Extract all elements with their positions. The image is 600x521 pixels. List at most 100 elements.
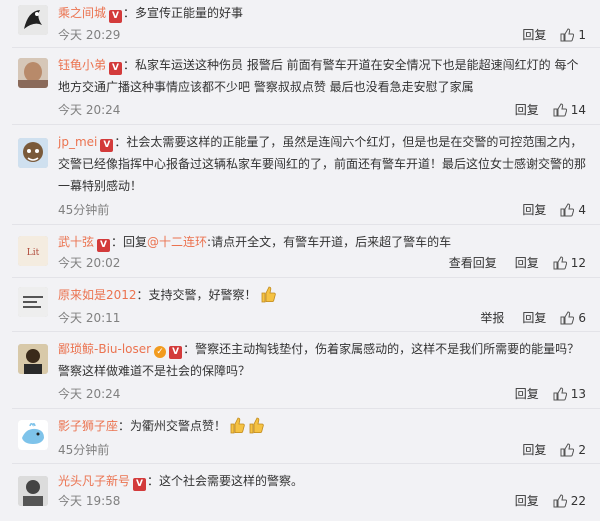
vip-icon: ✓ <box>154 346 167 358</box>
comment-actions: 回复 4 <box>504 201 586 218</box>
thumbs-up-emoji-icon <box>230 417 245 434</box>
comment-actions: 举报 回复 6 <box>462 309 586 326</box>
timestamp: 今天 20:11 <box>58 311 121 325</box>
like-count: 2 <box>578 442 586 457</box>
like-count: 1 <box>578 27 586 42</box>
avatar[interactable] <box>18 5 48 35</box>
reply-button[interactable]: 回复 <box>515 101 539 118</box>
reply-button[interactable]: 回复 <box>515 492 539 509</box>
like-button[interactable]: 14 <box>553 103 586 117</box>
comment-item: 光头凡子新号 V ：这个社会需要这样的警察。 今天 19:58 回复 22 <box>0 464 600 521</box>
mention-link[interactable]: @十二连环 <box>147 235 207 249</box>
reply-button[interactable]: 回复 <box>515 254 539 271</box>
avatar[interactable] <box>18 58 48 88</box>
comment-text: :请点开全文，有警车开道，后来超了警车的车 <box>207 235 452 249</box>
username[interactable]: 影子狮子座 <box>58 419 118 433</box>
reply-button[interactable]: 回复 <box>522 201 546 218</box>
thumbs-up-icon <box>560 27 575 41</box>
verified-badge-icon: V <box>169 346 183 359</box>
like-count: 6 <box>578 310 586 325</box>
timestamp: 45分钟前 <box>58 443 110 457</box>
thumbs-up-emoji-icon <box>249 417 264 434</box>
username[interactable]: 原来如是2012 <box>58 288 137 302</box>
username[interactable]: 钰龟小弟 <box>58 58 106 72</box>
avatar[interactable] <box>18 476 48 506</box>
avatar[interactable]: Lit <box>18 236 48 266</box>
comment-text: ：社会太需要这样的正能量了，虽然是连闯六个红灯，但是也是在交警的可控范围之内，交… <box>58 135 587 193</box>
comment-item: 钰龟小弟 V ：私家车运送这种伤员 报警后 前面有警车开道在安全情况下也是能超速闯红… <box>0 48 600 125</box>
reply-button[interactable]: 回复 <box>522 441 546 458</box>
reply-button[interactable]: 回复 <box>515 385 539 402</box>
username[interactable]: 乘之间城 <box>58 6 106 20</box>
comment-actions: 回复 13 <box>497 385 586 402</box>
thumbs-up-icon <box>553 255 567 269</box>
reply-button[interactable]: 回复 <box>522 26 546 43</box>
thumbs-up-icon <box>553 493 567 507</box>
comment-body: 影子狮子座：为衢州交警点赞！ <box>58 415 586 437</box>
reply-button[interactable]: 回复 <box>522 309 546 326</box>
avatar[interactable] <box>18 420 48 450</box>
username[interactable]: 鄙琐鲸-Biu-loser <box>58 342 151 356</box>
like-button[interactable]: 22 <box>553 494 586 508</box>
like-count: 14 <box>570 102 586 117</box>
svg-text:Lit: Lit <box>27 248 40 258</box>
comment-body: 鄙琐鲸-Biu-loser ✓ V ：警察还主动掏钱垫付，伤着家属感动的，这样不是我们… <box>58 338 586 382</box>
avatar[interactable] <box>18 287 48 317</box>
comment-item: 影子狮子座：为衢州交警点赞！ 45分钟前 回复 2 <box>0 409 600 464</box>
comment-item: 原来如是2012：支持交警，好警察！ 今天 20:11 举报 回复 6 <box>0 278 600 332</box>
comment-text: ：为衢州交警点赞！ <box>118 419 227 433</box>
thumbs-up-icon <box>553 386 567 400</box>
username[interactable]: 光头凡子新号 <box>58 474 130 488</box>
comment-actions: 回复 22 <box>497 492 586 509</box>
comment-item: jp_mei V ：社会太需要这样的正能量了，虽然是连闯六个红灯，但是也是在交警的可… <box>0 125 600 225</box>
report-button[interactable]: 举报 <box>480 309 504 326</box>
thumbs-up-emoji-icon <box>261 286 276 303</box>
like-count: 13 <box>570 386 586 401</box>
like-button[interactable]: 2 <box>560 443 586 457</box>
like-button[interactable]: 4 <box>560 203 586 217</box>
thumbs-up-icon <box>553 102 567 116</box>
timestamp: 今天 20:24 <box>58 103 121 117</box>
verified-badge-icon: V <box>100 139 114 152</box>
comment-text-prefix: ：回复 <box>111 235 148 249</box>
like-count: 4 <box>578 202 586 217</box>
timestamp: 今天 19:58 <box>58 494 121 508</box>
comment-actions: 回复 1 <box>504 26 586 43</box>
thumbs-up-icon <box>560 202 575 216</box>
comment-list: 乘之间城 V ：多宣传正能量的好事 今天 20:29 回复 1 钰龟小弟 V ：私家车运… <box>0 0 600 521</box>
timestamp: 今天 20:02 <box>58 256 121 270</box>
avatar[interactable] <box>18 344 48 374</box>
like-button[interactable]: 1 <box>560 28 586 42</box>
verified-badge-icon: V <box>109 10 123 23</box>
verified-badge-icon: V <box>97 239 111 252</box>
comment-item: Lit 武十弦 V ：回复@十二连环:请点开全文，有警车开道，后来超了警车的车 今天… <box>0 225 600 278</box>
verified-badge-icon: V <box>109 62 123 75</box>
like-button[interactable]: 12 <box>553 256 586 270</box>
avatar[interactable] <box>18 138 48 168</box>
comment-text: ：支持交警，好警察！ <box>136 288 257 302</box>
comment-body: 钰龟小弟 V ：私家车运送这种伤员 报警后 前面有警车开道在安全情况下也是能超速闯红… <box>58 54 586 98</box>
thumbs-up-icon <box>560 310 575 324</box>
comment-item: 乘之间城 V ：多宣传正能量的好事 今天 20:29 回复 1 <box>0 0 600 48</box>
comment-actions: 查看回复 回复 12 <box>431 254 586 271</box>
username[interactable]: 武十弦 <box>58 235 94 249</box>
timestamp: 今天 20:24 <box>58 387 121 401</box>
comment-body: 原来如是2012：支持交警，好警察！ <box>58 284 586 306</box>
username[interactable]: jp_mei <box>58 135 97 149</box>
view-replies-button[interactable]: 查看回复 <box>449 254 497 271</box>
comment-text: ：多宣传正能量的好事 <box>123 6 244 20</box>
comment-item: 鄙琐鲸-Biu-loser ✓ V ：警察还主动掏钱垫付，伤着家属感动的，这样不是我们… <box>0 332 600 409</box>
like-button[interactable]: 13 <box>553 387 586 401</box>
comment-text: ：私家车运送这种伤员 报警后 前面有警车开道在安全情况下也是能超速闯红灯的 每个… <box>58 58 579 94</box>
comment-body: jp_mei V ：社会太需要这样的正能量了，虽然是连闯六个红灯，但是也是在交警的可… <box>58 131 586 197</box>
comment-actions: 回复 2 <box>504 441 586 458</box>
thumbs-up-icon <box>560 442 575 456</box>
comment-text: ：这个社会需要这样的警察。 <box>147 474 304 488</box>
verified-badge-icon: V <box>133 478 147 491</box>
like-count: 22 <box>570 493 586 508</box>
comment-body: 武十弦 V ：回复@十二连环:请点开全文，有警车开道，后来超了警车的车 <box>58 231 586 253</box>
comment-body: 光头凡子新号 V ：这个社会需要这样的警察。 <box>58 470 586 492</box>
like-count: 12 <box>570 255 586 270</box>
like-button[interactable]: 6 <box>560 311 586 325</box>
comment-body: 乘之间城 V ：多宣传正能量的好事 <box>58 2 586 24</box>
